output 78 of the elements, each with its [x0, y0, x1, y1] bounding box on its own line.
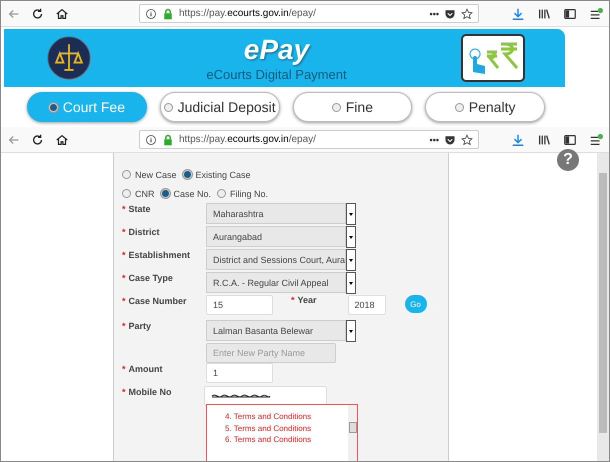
- caret-icon[interactable]: [346, 203, 356, 225]
- field-label: Party: [128, 321, 152, 331]
- required-mark: *: [122, 364, 126, 374]
- payment-tab[interactable]: Judicial Deposit: [160, 92, 280, 122]
- info-icon[interactable]: [145, 134, 157, 146]
- url-text: https://pay.ecourts.gov.in/epay/: [179, 8, 317, 19]
- field-label: Case Type: [128, 273, 173, 283]
- payment-tab[interactable]: Penalty: [425, 92, 545, 122]
- sidebar-icon[interactable]: [563, 6, 577, 20]
- case-number-field[interactable]: 15: [206, 295, 273, 315]
- emblem-logo-icon: [46, 35, 92, 81]
- required-mark: *: [122, 204, 126, 214]
- page-scrollbar[interactable]: [597, 153, 609, 461]
- mobile-field[interactable]: [204, 386, 327, 406]
- library-icon[interactable]: [537, 6, 551, 20]
- year-field[interactable]: 2018: [348, 295, 386, 315]
- terms-item: 5. Terms and Conditions: [225, 422, 312, 434]
- menu-icon[interactable]: [589, 6, 603, 20]
- search-by-radio[interactable]: Filing No.: [217, 188, 268, 198]
- scrollbar[interactable]: [348, 405, 357, 461]
- dropdown[interactable]: District and Sessions Court, Aura: [206, 249, 346, 270]
- field-label: Mobile No: [128, 387, 172, 397]
- download-icon[interactable]: [511, 132, 525, 146]
- lock-icon: [162, 134, 174, 146]
- payment-tab[interactable]: Fine: [292, 92, 412, 122]
- star-icon[interactable]: [461, 134, 473, 146]
- new-party-field[interactable]: Enter New Party Name: [206, 343, 336, 363]
- caret-icon[interactable]: [346, 272, 356, 294]
- field-label: State: [128, 204, 151, 214]
- caret-icon[interactable]: [346, 249, 356, 271]
- dropdown[interactable]: Maharashtra: [206, 203, 346, 224]
- field-label: Amount: [128, 364, 163, 374]
- search-by-radio[interactable]: Case No.: [160, 188, 212, 198]
- terms-item: 4. Terms and Conditions: [225, 411, 312, 422]
- help-button[interactable]: ?: [557, 149, 579, 171]
- shield-icon[interactable]: [444, 134, 456, 146]
- field-label: District: [128, 227, 160, 237]
- required-mark: *: [122, 250, 126, 260]
- reload-icon[interactable]: [31, 132, 45, 146]
- lock-icon: [162, 8, 174, 20]
- menu-icon[interactable]: [589, 132, 603, 146]
- home-icon[interactable]: [55, 132, 69, 146]
- info-icon[interactable]: [145, 8, 157, 20]
- required-mark: *: [122, 273, 126, 283]
- more-actions-button[interactable]: •••: [430, 8, 439, 18]
- library-icon[interactable]: [537, 132, 551, 146]
- amount-field[interactable]: 1: [206, 363, 273, 383]
- caret-icon[interactable]: [346, 320, 356, 342]
- app-subtitle: eCourts Digital Payment: [205, 66, 348, 82]
- required-mark: *: [122, 227, 126, 237]
- reload-icon[interactable]: [31, 6, 45, 20]
- terms-item: 6. Terms and Conditions: [225, 434, 312, 446]
- required-mark: *: [122, 387, 126, 397]
- download-icon[interactable]: [511, 6, 525, 20]
- caret-icon[interactable]: [346, 226, 356, 248]
- star-icon[interactable]: [461, 8, 473, 20]
- dropdown[interactable]: Lalman Basanta Belewar: [206, 320, 346, 341]
- field-label: Year: [298, 295, 318, 305]
- app-title: ePay: [242, 34, 312, 64]
- required-mark: *: [122, 296, 126, 306]
- case-radio[interactable]: New Case: [122, 170, 177, 180]
- field-label: Establishment: [128, 250, 190, 260]
- dropdown[interactable]: Aurangabad: [206, 226, 346, 247]
- more-actions-button[interactable]: •••: [430, 134, 439, 144]
- scribble-drawing: [211, 392, 271, 400]
- address-bar[interactable]: https://pay.ecourts.gov.in/epay/ •••: [139, 4, 479, 23]
- search-by-radio[interactable]: CNR: [122, 188, 154, 198]
- payment-logo-icon: [461, 34, 525, 82]
- home-icon[interactable]: [55, 6, 69, 20]
- required-mark: *: [291, 295, 295, 305]
- shield-icon[interactable]: [444, 8, 456, 20]
- dropdown[interactable]: R.C.A. - Regular Civil Appeal: [206, 272, 346, 293]
- required-mark: *: [122, 321, 126, 331]
- address-bar[interactable]: https://pay.ecourts.gov.in/epay/ •••: [139, 130, 479, 149]
- sidebar-icon[interactable]: [563, 132, 577, 146]
- case-radio[interactable]: Existing Case: [182, 170, 251, 180]
- url-text: https://pay.ecourts.gov.in/epay/: [179, 134, 317, 145]
- field-label: Case Number: [128, 296, 187, 306]
